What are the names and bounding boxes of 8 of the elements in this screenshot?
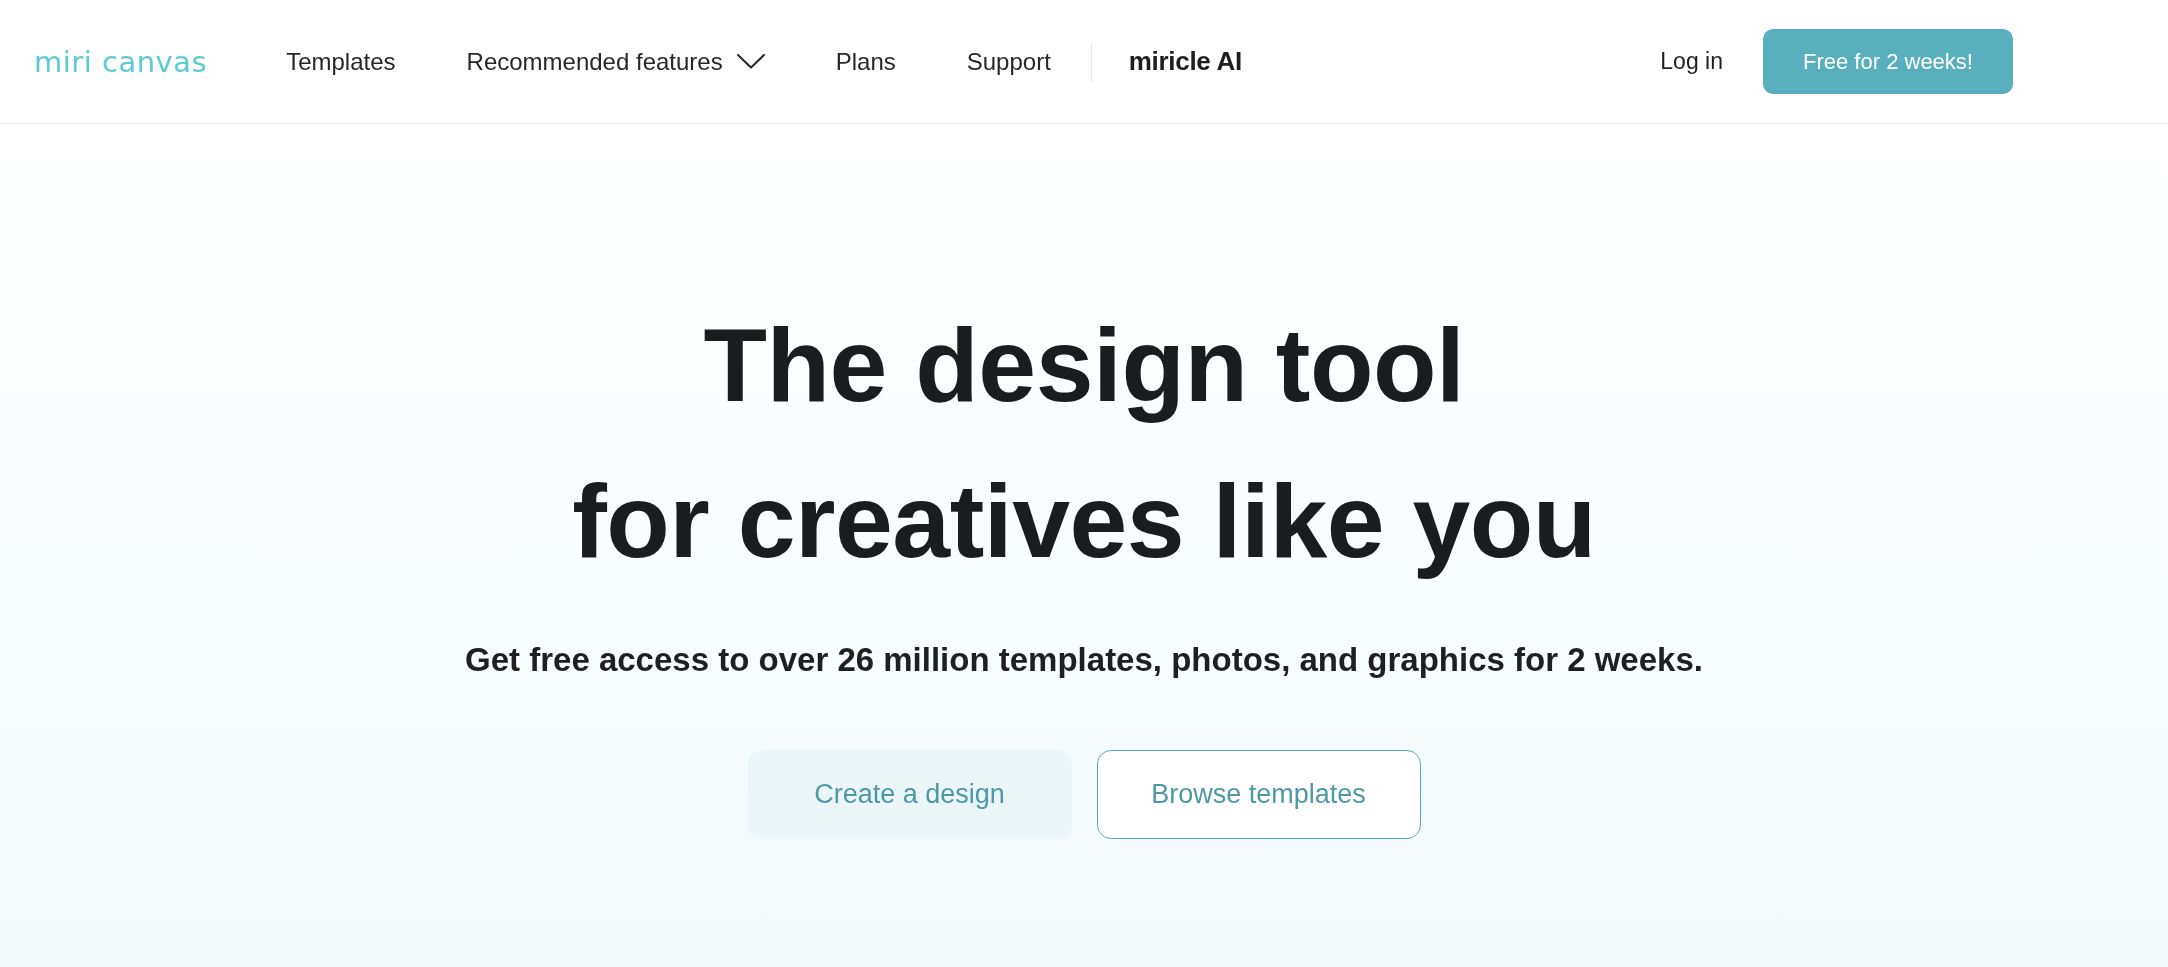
brand-link[interactable]: miricle AI [1128, 46, 1242, 77]
hero-subtitle: Get free access to over 26 million templates, photos, and graphics for 2 weeks. [465, 640, 1703, 680]
nav-link[interactable]: Support [966, 47, 1051, 76]
chevron-down-icon [736, 54, 765, 69]
hero-title: The design tool for creatives like you [572, 306, 1596, 581]
login-link[interactable]: Log in [1660, 48, 1723, 75]
nav-link[interactable]: Templates [286, 47, 396, 76]
nav-link[interactable]: Plans [835, 47, 896, 76]
